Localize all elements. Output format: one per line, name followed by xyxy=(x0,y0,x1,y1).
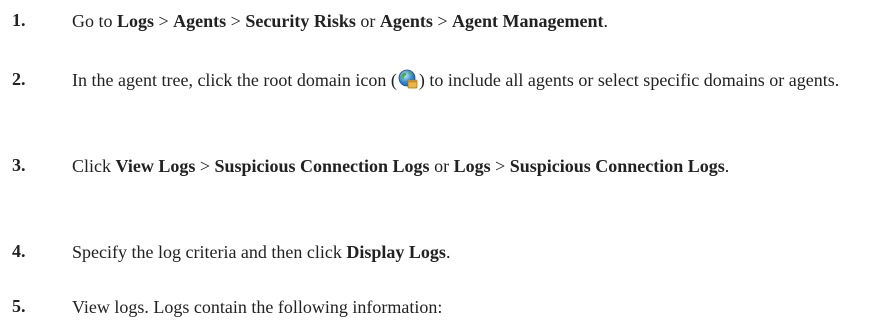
menu-agents: Agents xyxy=(173,11,227,31)
step-text: View logs. Logs contain the following in… xyxy=(72,294,868,321)
step-text: Go to Logs > Agents > Security Risks or … xyxy=(72,8,868,35)
menu-suspicious-connection-logs: Suspicious Connection Logs xyxy=(214,156,430,176)
step-text-part: . xyxy=(603,11,608,31)
step-text-part: In the agent tree, click the root domain… xyxy=(72,70,397,90)
step-text-part: > xyxy=(432,11,452,31)
step-text: In the agent tree, click the root domain… xyxy=(72,67,868,94)
step-number: 3. xyxy=(12,155,26,175)
procedure-document: 1. Go to Logs > Agents > Security Risks … xyxy=(0,0,876,325)
step-number: 4. xyxy=(12,241,26,261)
step-text: Click View Logs > Suspicious Connection … xyxy=(72,153,868,180)
step-text-part: > xyxy=(195,156,215,176)
step-text-part: . xyxy=(724,156,730,176)
menu-suspicious-connection-logs: Suspicious Connection Logs xyxy=(509,156,725,176)
step-text-part: View logs. Logs contain the following in… xyxy=(72,297,443,317)
menu-security-risks: Security Risks xyxy=(245,11,356,31)
root-domain-globe-icon xyxy=(398,69,418,89)
step-text-part: Specify the log criteria and then click xyxy=(72,242,347,262)
step-text-part: or xyxy=(429,156,454,176)
menu-logs: Logs xyxy=(453,156,491,176)
step-text-part: > xyxy=(226,11,246,31)
step-number: 2. xyxy=(12,69,26,89)
menu-agent-management: Agent Management xyxy=(452,11,604,31)
step-number: 5. xyxy=(12,296,26,316)
menu-view-logs: View Logs xyxy=(115,156,196,176)
step-text-part: Click xyxy=(72,156,116,176)
button-display-logs: Display Logs xyxy=(346,242,446,262)
step-text: Specify the log criteria and then click … xyxy=(72,239,868,266)
step-text-part: > xyxy=(154,11,174,31)
step-number: 1. xyxy=(12,10,26,30)
step-text-part: or xyxy=(355,11,380,31)
step-text-part: Go to xyxy=(72,11,117,31)
menu-agents: Agents xyxy=(379,11,433,31)
step-text-part: ) to include all agents or select specif… xyxy=(418,70,840,90)
step-text-part: > xyxy=(490,156,510,176)
step-text-part: . xyxy=(445,242,451,262)
menu-logs: Logs xyxy=(117,11,155,31)
